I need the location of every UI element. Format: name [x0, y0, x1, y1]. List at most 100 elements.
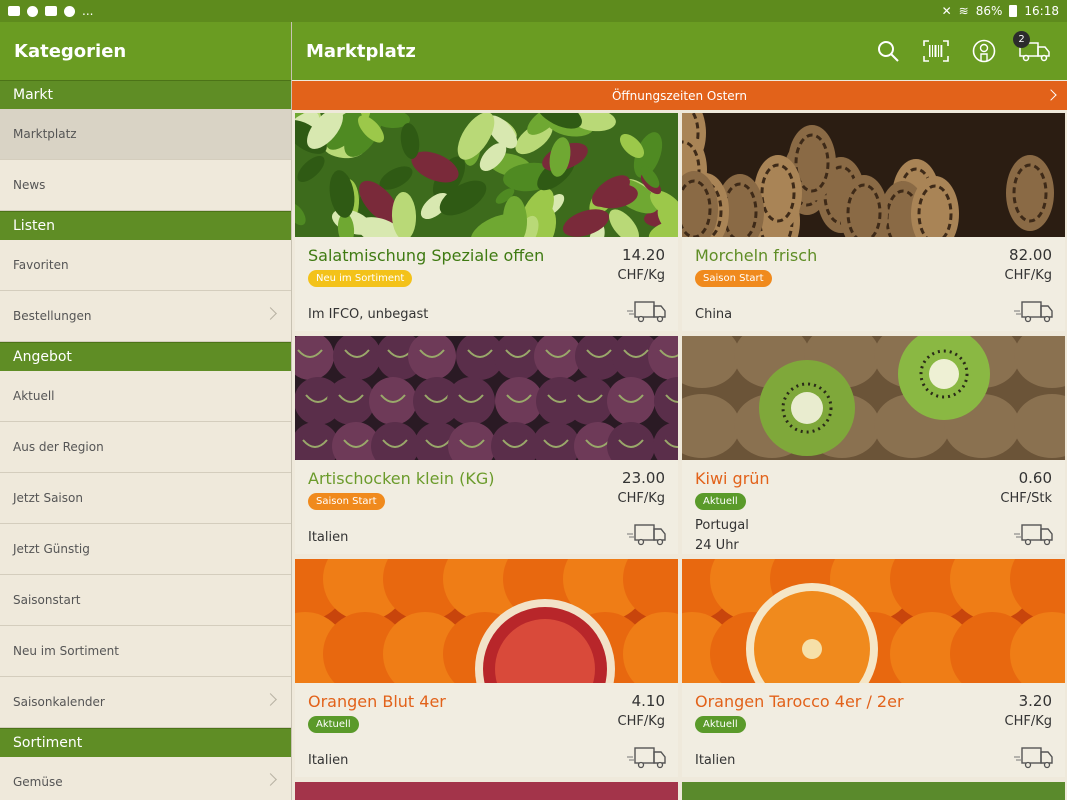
announcement-banner[interactable]: Öffnungszeiten Ostern: [292, 81, 1067, 110]
sidebar-item[interactable]: Jetzt Günstig: [0, 524, 291, 575]
sidebar-item[interactable]: Saisonstart: [0, 575, 291, 626]
wifi-icon: ≋: [958, 4, 969, 18]
status-right: ✕ ≋ 86% 16:18: [942, 4, 1059, 18]
chevron-right-icon: [1045, 89, 1057, 101]
sidebar-section-header: Markt: [0, 80, 291, 109]
product-name: Artischocken klein (KG): [308, 469, 495, 488]
sidebar-item[interactable]: Aktuell: [0, 371, 291, 422]
product-image: [295, 559, 678, 683]
main-header: Marktplatz 2: [292, 22, 1067, 80]
product-unit: CHF/Kg: [617, 714, 666, 729]
product-image: [682, 336, 1065, 460]
cart-delivery-button[interactable]: 2: [1013, 31, 1051, 64]
product-image: [295, 113, 678, 237]
product-price: 14.20: [622, 246, 665, 264]
product-price: 0.60: [1018, 469, 1052, 487]
status-left: ...: [8, 4, 93, 18]
product-card[interactable]: Morcheln frisch 82.00 CHF/Kg Saison Start Ch…: [682, 113, 1065, 331]
product-image: [295, 336, 678, 460]
battery-level: 86%: [975, 4, 1003, 18]
sidebar-item-label: Aktuell: [13, 389, 55, 403]
product-origin: China: [695, 305, 732, 325]
product-name: Salatmischung Speziale offen: [308, 246, 545, 265]
product-card[interactable]: Orangen Blut 4er 4.10 CHF/Kg Aktuell Italien: [295, 559, 678, 777]
sync-icon: [64, 5, 75, 17]
product-name: Orangen Blut 4er: [308, 692, 446, 711]
battery-icon: [1009, 5, 1018, 17]
product-origin: Italien: [308, 528, 348, 548]
sidebar-item[interactable]: Bestellungen: [0, 291, 291, 342]
sidebar-section-header: Listen: [0, 211, 291, 240]
delivery-truck-icon: [1012, 745, 1054, 769]
sidebar-item-label: Marktplatz: [13, 127, 77, 141]
chevron-right-icon: [264, 693, 277, 706]
sidebar-section-header: Sortiment: [0, 728, 291, 757]
sidebar-item[interactable]: Jetzt Saison: [0, 473, 291, 524]
sidebar-item[interactable]: Neu im Sortiment: [0, 626, 291, 677]
product-card[interactable]: Artischocken klein (KG) 23.00 CHF/Kg Saison…: [295, 336, 678, 554]
product-price: 23.00: [622, 469, 665, 487]
status-badge: Neu im Sortiment: [308, 270, 413, 287]
product-origin-line: 24 Uhr: [695, 538, 739, 553]
product-info: Orangen Tarocco 4er / 2er 3.20 CHF/Kg Aktue…: [682, 683, 1065, 777]
status-badge: Aktuell: [308, 716, 359, 733]
product-info: Orangen Blut 4er 4.10 CHF/Kg Aktuell Italien: [295, 683, 678, 777]
product-card[interactable]: Orangen Tarocco 4er / 2er 3.20 CHF/Kg Aktue…: [682, 559, 1065, 777]
categories-sidebar: Markt Marktplatz News Listen Favoriten Bestel…: [0, 80, 291, 800]
sidebar-item[interactable]: News: [0, 160, 291, 211]
product-origin-line: Italien: [308, 753, 349, 768]
product-origin: Im IFCO, unbegast: [308, 305, 428, 325]
product-card[interactable]: [682, 782, 1065, 800]
product-unit: CHF/Kg: [617, 491, 666, 506]
product-unit: CHF/Kg: [1004, 714, 1053, 729]
search-icon: [878, 41, 899, 62]
barcode-button[interactable]: [923, 38, 949, 64]
product-origin-line: Im IFCO, unbegast: [308, 307, 429, 322]
sidebar-item[interactable]: Marktplatz: [0, 109, 291, 160]
status-bar: ... ✕ ≋ 86% 16:18: [0, 0, 1067, 22]
product-card[interactable]: Salatmischung Speziale offen 14.20 CHF/Kg N…: [295, 113, 678, 331]
product-grid: Salatmischung Speziale offen 14.20 CHF/Kg N…: [292, 110, 1067, 800]
sidebar-item[interactable]: Gemüse: [0, 757, 291, 800]
sidebar-item-label: Favoriten: [13, 258, 69, 272]
product-card[interactable]: [295, 782, 678, 800]
account-button[interactable]: [971, 38, 997, 64]
page-title: Marktplatz: [306, 40, 416, 62]
product-unit: CHF/Kg: [1004, 268, 1053, 283]
barcode-icon: [923, 40, 949, 62]
chevron-right-icon: [264, 773, 277, 786]
delivery-truck-icon: [625, 299, 667, 323]
product-price: 82.00: [1009, 246, 1052, 264]
search-button[interactable]: [875, 38, 901, 64]
sidebar-item-label: Saisonkalender: [13, 695, 105, 709]
user-icon: [972, 39, 996, 63]
product-info: Morcheln frisch 82.00 CHF/Kg Saison Start Ch…: [682, 237, 1065, 331]
product-origin: Italien: [308, 751, 348, 771]
sidebar-item-label: Jetzt Günstig: [13, 542, 90, 556]
product-price: 4.10: [631, 692, 665, 710]
product-origin-line: China: [695, 307, 733, 322]
delivery-truck-icon: [1012, 522, 1054, 546]
product-info: Artischocken klein (KG) 23.00 CHF/Kg Saison…: [295, 460, 678, 554]
chevron-right-icon: [264, 307, 277, 320]
sidebar-item-label: Bestellungen: [13, 309, 92, 323]
delivery-truck-icon: [625, 522, 667, 546]
product-card[interactable]: Kiwi grün 0.60 CHF/Stk Aktuell Portugal 24 Uh…: [682, 336, 1065, 554]
header-actions: 2: [875, 22, 1051, 80]
product-origin-line: Portugal: [695, 518, 749, 533]
product-info: Salatmischung Speziale offen 14.20 CHF/Kg N…: [295, 237, 678, 331]
product-image: [682, 113, 1065, 237]
product-price: 3.20: [1018, 692, 1052, 710]
sidebar-item-label: Saisonstart: [13, 593, 81, 607]
status-badge: Saison Start: [695, 270, 772, 287]
sidebar-item[interactable]: Aus der Region: [0, 422, 291, 473]
cart-count-badge: 2: [1013, 31, 1030, 48]
product-unit: CHF/Stk: [1000, 491, 1052, 506]
product-unit: CHF/Kg: [617, 268, 666, 283]
sidebar-item[interactable]: Favoriten: [0, 240, 291, 291]
product-origin-line: Italien: [695, 753, 736, 768]
sidebar-item[interactable]: Saisonkalender: [0, 677, 291, 728]
categories-title: Kategorien: [14, 40, 127, 62]
folder-icon: [8, 6, 20, 16]
status-more: ...: [82, 4, 94, 18]
